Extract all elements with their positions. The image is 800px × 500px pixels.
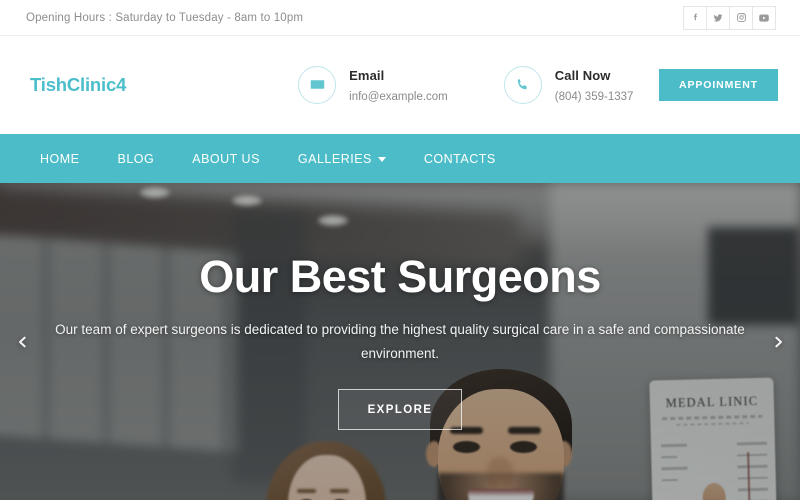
nav-label-blog: BLOG bbox=[117, 151, 155, 166]
twitter-icon[interactable] bbox=[706, 5, 730, 30]
nav-item-galleries[interactable]: GALLERIES bbox=[298, 152, 386, 166]
nav-label-about-us: ABOUT US bbox=[192, 151, 260, 166]
social-links bbox=[683, 5, 776, 30]
nav-item-blog[interactable]: BLOG bbox=[118, 152, 155, 166]
hero-content: Our Best Surgeons Our team of expert sur… bbox=[0, 183, 800, 500]
phone-icon bbox=[503, 65, 542, 104]
envelope-icon bbox=[298, 65, 337, 104]
contact-email[interactable]: Email info@example.com bbox=[298, 65, 448, 105]
nav-item-about-us[interactable]: ABOUT US bbox=[192, 152, 260, 166]
explore-button[interactable]: EXPLORE bbox=[338, 389, 462, 431]
contact-phone[interactable]: Call Now (804) 359-1337 bbox=[503, 65, 634, 105]
contact-phone-title: Call Now bbox=[554, 67, 611, 83]
nav-item-contacts[interactable]: CONTACTS bbox=[424, 152, 496, 166]
appointment-button[interactable]: APPOINMENT bbox=[658, 69, 778, 101]
chevron-down-icon bbox=[377, 157, 386, 162]
hero-title: Our Best Surgeons bbox=[199, 250, 601, 302]
opening-hours-text: Opening Hours : Saturday to Tuesday - 8a… bbox=[26, 11, 304, 24]
top-bar: Opening Hours : Saturday to Tuesday - 8a… bbox=[0, 0, 800, 36]
nav-label-contacts: CONTACTS bbox=[423, 151, 496, 166]
contact-email-value: info@example.com bbox=[349, 90, 448, 103]
nav-label-home: HOME bbox=[40, 151, 80, 166]
site-logo[interactable]: TishClinic4 bbox=[30, 74, 126, 96]
header-contacts: Email info@example.com Call Now (804) 35… bbox=[298, 65, 633, 105]
carousel-prev-icon[interactable] bbox=[8, 325, 36, 359]
carousel-next-icon[interactable] bbox=[764, 325, 792, 359]
youtube-icon[interactable] bbox=[752, 5, 776, 30]
site-header: TishClinic4 Email info@example.com Call … bbox=[0, 36, 800, 134]
instagram-icon[interactable] bbox=[729, 5, 753, 30]
facebook-icon[interactable] bbox=[683, 5, 707, 30]
main-navigation: HOME BLOG ABOUT US GALLERIES CONTACTS bbox=[0, 134, 800, 183]
hero-carousel: MEDAL LINIC bbox=[0, 183, 800, 500]
hero-subtitle: Our team of expert surgeons is dedicated… bbox=[55, 322, 745, 361]
nav-label-galleries: GALLERIES bbox=[297, 151, 372, 166]
contact-phone-value: (804) 359-1337 bbox=[554, 90, 634, 103]
contact-email-title: Email bbox=[349, 67, 385, 83]
page-root: Opening Hours : Saturday to Tuesday - 8a… bbox=[0, 0, 800, 500]
nav-item-home[interactable]: HOME bbox=[40, 152, 80, 166]
